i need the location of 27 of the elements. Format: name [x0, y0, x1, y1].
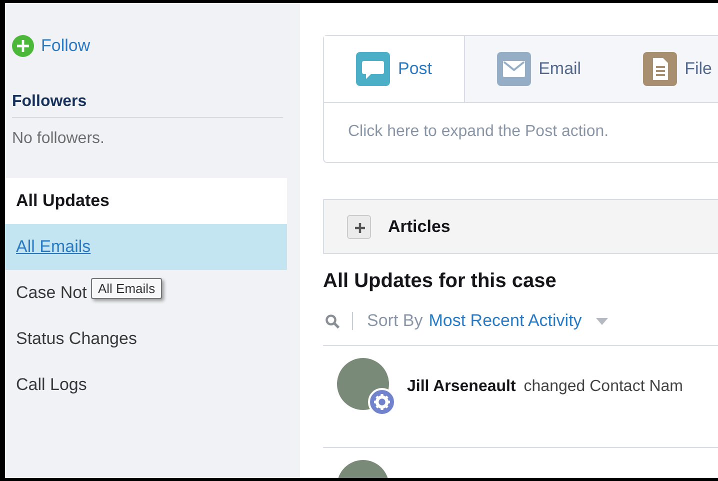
nav-item[interactable]: Call Logs	[16, 375, 87, 395]
nav-item[interactable]: All Emails	[5, 224, 287, 270]
follow-link[interactable]: Follow	[12, 35, 90, 57]
sort-label: Sort By	[367, 311, 423, 331]
feed-title: All Updates for this case	[323, 270, 558, 293]
caret-icon[interactable]	[596, 318, 608, 324]
gear-icon	[368, 388, 396, 416]
plus-circle-icon	[12, 35, 34, 57]
envelope-icon	[496, 52, 531, 86]
feed-action-text: changed Contact Nam	[524, 378, 683, 396]
empty-followers-text: No followers.	[12, 130, 106, 148]
expand-prompt[interactable]: Click here to expand the Post action.	[324, 103, 718, 162]
publisher-tab[interactable]: Post	[324, 36, 465, 102]
expand-button[interactable]	[347, 214, 371, 238]
sort-dropdown[interactable]: Most Recent Activity	[428, 311, 582, 331]
articles-title: Articles	[388, 216, 450, 236]
tooltip: All Emails	[91, 278, 162, 299]
author-link[interactable]: Jill Arseneault	[407, 378, 516, 396]
document-icon	[642, 52, 677, 86]
nav-item[interactable]: All Updates	[5, 178, 287, 224]
publisher-tab[interactable]: File	[626, 36, 718, 102]
publisher-tab[interactable]: Email	[464, 36, 627, 102]
followers-heading: Followers	[12, 93, 283, 118]
nav-item[interactable]: Case Not	[16, 283, 87, 303]
speech-bubble-icon	[356, 52, 390, 86]
search-icon[interactable]	[325, 314, 340, 328]
nav-item[interactable]: Status Changes	[16, 329, 137, 349]
